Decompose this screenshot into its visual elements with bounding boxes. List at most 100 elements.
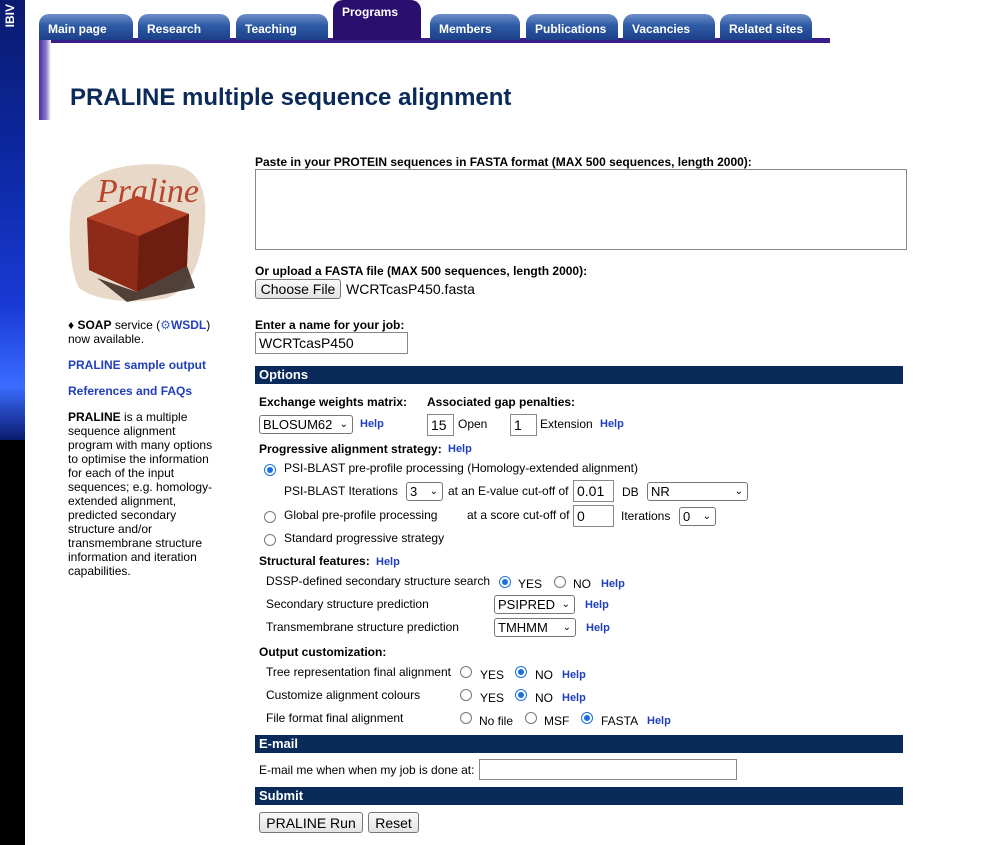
praline-logo: Praline (69, 164, 206, 302)
options-header: Options (255, 366, 903, 384)
structural-label: Structural features: (259, 554, 370, 568)
soap-end: ) (206, 318, 211, 332)
matrix-value: BLOSUM62 (263, 417, 333, 432)
psi-iter-value: 3 (410, 484, 418, 499)
chevron-down-icon: ⌄ (429, 486, 438, 497)
matrix-select[interactable]: BLOSUM62 ⌄ (259, 415, 353, 434)
format-fasta-label: FASTA (601, 714, 639, 728)
format-nofile-label: No file (479, 714, 514, 728)
sample-output-link[interactable]: PRALINE sample output (68, 358, 218, 372)
brand-text: IBIV (3, 4, 17, 28)
format-help-link[interactable]: Help (647, 715, 671, 727)
matrix-label: Exchange weights matrix: (259, 395, 408, 409)
wsdl-link[interactable]: WSDL (171, 318, 206, 332)
chevron-down-icon: ⌄ (561, 599, 570, 610)
desc-text: is a multiple sequence alignment program… (68, 410, 213, 578)
soap-bold: SOAP (77, 318, 112, 332)
tree-yes-radio[interactable] (460, 666, 472, 678)
chevron-down-icon: ⌄ (702, 511, 711, 522)
page-title: PRALINE multiple sequence alignment (70, 84, 512, 111)
chevron-down-icon: ⌄ (734, 486, 743, 497)
soap-notice: ♦ SOAP service (⚙WSDL) now available. (68, 318, 218, 346)
tab-programs[interactable]: Programs (333, 0, 421, 40)
tree-no-label: NO (535, 668, 553, 682)
tm-pred-value: TMHMM (498, 620, 548, 635)
evalue-input[interactable]: 0.01 (573, 480, 614, 502)
choose-file-button[interactable]: Choose File (255, 279, 341, 299)
db-label: DB (622, 485, 639, 499)
iterations-select[interactable]: 0 ⌄ (679, 507, 716, 526)
tm-pred-help-link[interactable]: Help (586, 622, 610, 634)
score-input[interactable]: 0 (573, 505, 614, 527)
colours-no-radio[interactable] (515, 689, 527, 701)
score-label: at a score cut-off of (467, 508, 570, 522)
jobname-input[interactable]: WCRTcasP450 (255, 332, 408, 354)
dssp-no-label: NO (573, 577, 591, 591)
soap-line2: now available. (68, 332, 145, 346)
left-decor-bar: IBIV (0, 0, 25, 845)
tab-research[interactable]: Research (138, 14, 230, 40)
extension-text: Extension (540, 417, 593, 431)
psi-blast-radio[interactable] (264, 464, 276, 476)
gear-icon: ⚙ (160, 318, 171, 332)
tree-label: Tree representation final alignment (266, 665, 451, 679)
tab-publications[interactable]: Publications (526, 14, 618, 40)
email-input[interactable] (479, 759, 737, 780)
ss-pred-select[interactable]: PSIPRED ⌄ (494, 595, 575, 614)
global-radio[interactable] (264, 511, 276, 523)
email-header: E-mail (255, 735, 903, 753)
format-msf-radio[interactable] (525, 712, 537, 724)
tree-help-link[interactable]: Help (562, 669, 586, 681)
ss-pred-help-link[interactable]: Help (585, 599, 609, 611)
standard-radio[interactable] (264, 534, 276, 546)
sidebar-description: PRALINE is a multiple sequence alignment… (68, 410, 218, 578)
gap-extension-input[interactable]: 1 (510, 414, 537, 436)
global-label: Global pre-profile processing (284, 508, 438, 522)
file-name: WCRTcasP450.fasta (346, 281, 475, 297)
colours-yes-label: YES (480, 691, 505, 705)
strategy-help-link[interactable]: Help (448, 443, 472, 455)
tree-yes-label: YES (480, 668, 505, 682)
tab-members[interactable]: Members (430, 14, 520, 40)
reset-button[interactable]: Reset (368, 812, 419, 833)
left-glow (0, 0, 25, 440)
sequence-textarea[interactable] (255, 169, 907, 250)
upload-label: Or upload a FASTA file (MAX 500 sequence… (255, 264, 588, 278)
praline-run-button[interactable]: PRALINE Run (259, 812, 363, 833)
strategy-label: Progressive alignment strategy: (259, 442, 442, 456)
colours-yes-radio[interactable] (460, 689, 472, 701)
evalue-label: at an E-value cut-off of (448, 484, 569, 498)
colours-no-label: NO (535, 691, 553, 705)
ss-pred-label: Secondary structure prediction (266, 597, 429, 611)
dssp-label: DSSP-defined secondary structure search (266, 574, 491, 588)
format-nofile-radio[interactable] (460, 712, 472, 724)
psi-iter-select[interactable]: 3 ⌄ (406, 482, 443, 501)
tm-pred-label: Transmembrane structure prediction (266, 620, 459, 634)
ss-pred-value: PSIPRED (498, 597, 556, 612)
chevron-down-icon: ⌄ (562, 622, 571, 633)
tree-no-radio[interactable] (515, 666, 527, 678)
matrix-help-link[interactable]: Help (360, 418, 384, 430)
dssp-yes-radio[interactable] (499, 576, 511, 588)
tab-main-page[interactable]: Main page (39, 14, 133, 40)
gap-open-input[interactable]: 15 (427, 414, 454, 436)
dssp-help-link[interactable]: Help (601, 578, 625, 590)
db-value: NR (651, 484, 670, 499)
tab-vacancies[interactable]: Vacancies (623, 14, 715, 40)
header-corner-decor (39, 40, 51, 120)
iterations-value: 0 (683, 509, 691, 524)
tab-teaching[interactable]: Teaching (236, 14, 328, 40)
output-label: Output customization: (259, 645, 387, 659)
dssp-no-radio[interactable] (554, 576, 566, 588)
colours-help-link[interactable]: Help (562, 692, 586, 704)
gap-label: Associated gap penalties: (427, 395, 576, 409)
tab-related-sites[interactable]: Related sites (720, 14, 812, 40)
format-fasta-radio[interactable] (581, 712, 593, 724)
open-text: Open (458, 417, 488, 431)
references-link[interactable]: References and FAQs (68, 384, 218, 398)
db-select[interactable]: NR ⌄ (647, 482, 748, 501)
gap-help-link[interactable]: Help (600, 418, 624, 430)
tm-pred-select[interactable]: TMHMM ⌄ (494, 618, 576, 637)
structural-help-link[interactable]: Help (376, 556, 400, 568)
psi-blast-label: PSI-BLAST pre-profile processing (Homolo… (284, 461, 638, 475)
